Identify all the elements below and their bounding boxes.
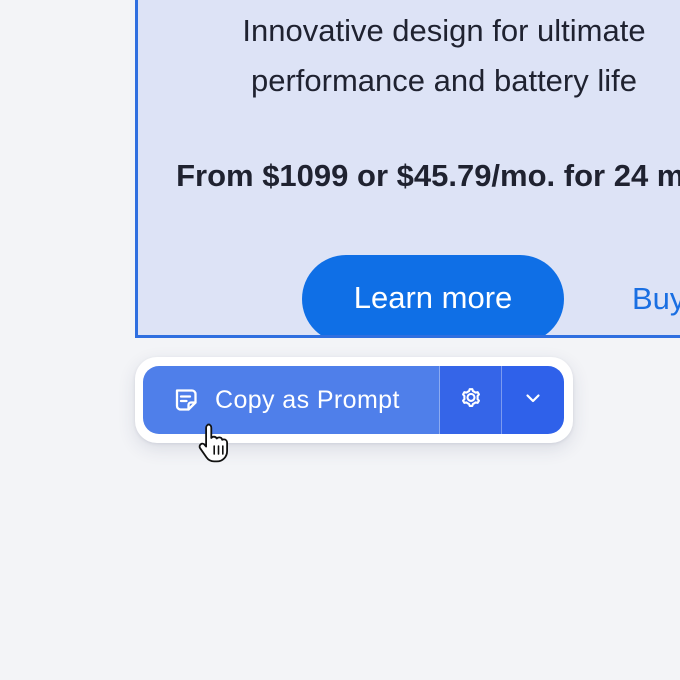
copy-as-prompt-label: Copy as Prompt [215,385,400,414]
buy-link[interactable]: Buy [632,281,680,317]
settings-button[interactable] [440,366,502,434]
prompt-icon [171,385,201,415]
product-price: From $1099 or $45.79/mo. for 24 mo. [176,158,680,193]
product-card-selected[interactable]: Innovative design for ultimate performan… [135,0,680,338]
gear-icon [457,384,485,417]
dropdown-button[interactable] [502,366,564,434]
copy-as-prompt-button[interactable]: Copy as Prompt [143,366,440,434]
chevron-down-icon [523,388,543,413]
hand-pointer-cursor-icon [196,421,232,465]
product-description: Innovative design for ultimate performan… [242,13,646,98]
learn-more-button[interactable]: Learn more [302,255,564,335]
screen: Innovative design for ultimate performan… [0,0,680,680]
